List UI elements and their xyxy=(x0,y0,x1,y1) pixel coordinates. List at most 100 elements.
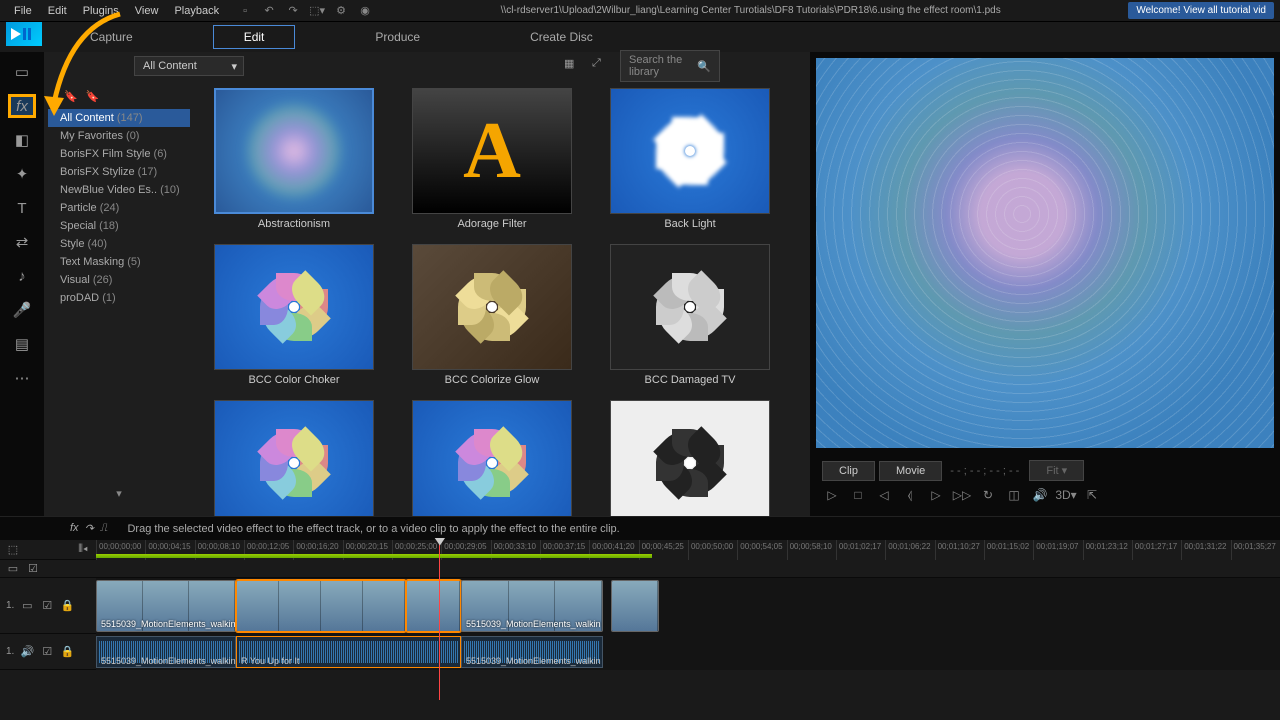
audio-clip[interactable]: 5515039_MotionElements_walkin xyxy=(461,636,603,668)
cat-all-content[interactable]: All Content (147) xyxy=(48,109,190,127)
grid-view-icon[interactable]: ▦ xyxy=(564,57,582,75)
cat-visual[interactable]: Visual (26) xyxy=(48,271,190,289)
audio-track-label: 1. xyxy=(6,646,14,657)
voice-room-icon[interactable]: 🎤 xyxy=(8,298,36,322)
fast-forward-icon[interactable]: ▷▷ xyxy=(952,487,972,503)
transition-room-icon[interactable]: ⇄ xyxy=(8,230,36,254)
menu-playback[interactable]: Playback xyxy=(166,2,227,20)
media-room-icon[interactable]: ▭ xyxy=(8,60,36,84)
timeline-marker-icon[interactable]: ⦀◂ xyxy=(76,543,90,557)
step-back-icon[interactable]: ⦉ xyxy=(900,487,920,503)
search-placeholder: Search the library xyxy=(629,54,693,78)
video-track-lock-icon[interactable]: 🔒 xyxy=(60,599,74,613)
cat-borisfx-stylize[interactable]: BorisFX Stylize (17) xyxy=(48,163,190,181)
effect-row3-3[interactable] xyxy=(606,400,774,516)
effect-grid: ▴ ◂ Abstractionism A Adorage Filter Back… xyxy=(194,80,810,516)
effect-bcc-damaged-tv[interactable]: BCC Damaged TV xyxy=(606,244,774,386)
ruler-tick: 00;01;02;17 xyxy=(836,540,885,560)
track-select-all-icon[interactable]: ☑ xyxy=(26,562,40,576)
cat-newblue[interactable]: NewBlue Video Es.. (10) xyxy=(48,181,190,199)
tab-create-disc[interactable]: Create Disc xyxy=(500,26,623,48)
welcome-button[interactable]: Welcome! View all tutorial vid xyxy=(1128,2,1274,19)
undo-icon[interactable]: ↶ xyxy=(261,3,277,19)
playhead[interactable] xyxy=(439,540,440,700)
loop-icon[interactable]: ↻ xyxy=(978,487,998,503)
save-icon[interactable]: ▫ xyxy=(237,3,253,19)
cat-borisfx-film[interactable]: BorisFX Film Style (6) xyxy=(48,145,190,163)
search-input[interactable]: Search the library 🔍 xyxy=(620,50,720,82)
effect-row3-2[interactable] xyxy=(408,400,576,516)
audio-room-icon[interactable]: ♪ xyxy=(8,264,36,288)
prev-frame-icon[interactable]: ◁ xyxy=(874,487,894,503)
video-clip[interactable]: 5515039_MotionElements_walkin xyxy=(96,580,236,632)
video-track-label: 1. xyxy=(6,600,14,611)
info-text: Drag the selected video effect to the ef… xyxy=(127,523,619,535)
effect-abstractionism[interactable]: Abstractionism xyxy=(210,88,378,230)
pip-room-icon[interactable]: ◧ xyxy=(8,128,36,152)
movie-mode-button[interactable]: Movie xyxy=(879,461,942,481)
aspect-icon[interactable]: ⬚▾ xyxy=(309,3,325,19)
sort-icon[interactable]: ⤢ xyxy=(592,57,610,75)
tag-add-icon[interactable]: 🔖 xyxy=(64,90,78,103)
effect-bcc-colorize-glow[interactable]: BCC Colorize Glow xyxy=(408,244,576,386)
menu-edit[interactable]: Edit xyxy=(40,2,75,20)
ruler-tick: 00;01;10;27 xyxy=(935,540,984,560)
audio-track-lock-icon[interactable]: 🔒 xyxy=(60,645,74,659)
3d-button[interactable]: 3D▾ xyxy=(1056,487,1076,503)
snapshot-icon[interactable]: ◫ xyxy=(1004,487,1024,503)
fx-icon: fx xyxy=(70,522,79,535)
tab-capture[interactable]: Capture xyxy=(60,26,163,48)
effect-room-icon[interactable]: fx xyxy=(8,94,36,118)
undock-icon[interactable]: ⇱ xyxy=(1082,487,1102,503)
video-track-visible-icon[interactable]: ☑ xyxy=(40,599,54,613)
redo-icon[interactable]: ↷ xyxy=(285,3,301,19)
timeline-ruler[interactable]: 00;00;00;0000;00;04;1500;00;08;1000;00;1… xyxy=(96,540,1280,560)
subtitle-room-icon[interactable]: ⋯ xyxy=(8,366,36,390)
video-clip[interactable] xyxy=(406,580,461,632)
cat-my-favorites[interactable]: My Favorites (0) xyxy=(48,127,190,145)
clip-mode-button[interactable]: Clip xyxy=(822,461,875,481)
ruler-tick: 00;00;58;10 xyxy=(787,540,836,560)
video-track[interactable]: 5515039_MotionElements_walkin 5515039_Mot… xyxy=(96,578,1280,634)
fit-dropdown[interactable]: Fit ▾ xyxy=(1029,460,1084,481)
cat-special[interactable]: Special (18) xyxy=(48,217,190,235)
video-clip[interactable] xyxy=(236,580,406,632)
audio-clip[interactable]: R You Up for It xyxy=(236,636,461,668)
tag-remove-icon[interactable]: 🔖 xyxy=(86,90,100,103)
cat-particle[interactable]: Particle (24) xyxy=(48,199,190,217)
cat-style[interactable]: Style (40) xyxy=(48,235,190,253)
title-room-icon[interactable]: T xyxy=(8,196,36,220)
effect-bcc-color-choker[interactable]: BCC Color Choker xyxy=(210,244,378,386)
ruler-tick: 00;01;19;07 xyxy=(1033,540,1082,560)
cat-prodad[interactable]: proDAD (1) xyxy=(48,289,190,307)
video-clip[interactable] xyxy=(611,580,659,632)
ruler-tick: 00;01;15;02 xyxy=(984,540,1033,560)
effect-adorage[interactable]: A Adorage Filter xyxy=(408,88,576,230)
play-icon[interactable]: ▷ xyxy=(822,487,842,503)
tab-produce[interactable]: Produce xyxy=(345,26,450,48)
chapter-room-icon[interactable]: ▤ xyxy=(8,332,36,356)
track-collapse-icon[interactable]: ▭ xyxy=(6,562,20,576)
gear-icon[interactable]: ⚙ xyxy=(333,3,349,19)
audio-clip[interactable]: 5515039_MotionElements_walkin xyxy=(96,636,236,668)
menu-file[interactable]: File xyxy=(6,2,40,20)
menu-plugins[interactable]: Plugins xyxy=(75,2,127,20)
next-frame-icon[interactable]: ▷ xyxy=(926,487,946,503)
search-icon: 🔍 xyxy=(697,60,711,73)
audio-track-visible-icon[interactable]: ☑ xyxy=(40,645,54,659)
effect-row3-1[interactable] xyxy=(210,400,378,516)
cat-text-masking[interactable]: Text Masking (5) xyxy=(48,253,190,271)
notification-icon[interactable]: ◉ xyxy=(357,3,373,19)
work-area-bar[interactable] xyxy=(96,554,652,558)
volume-icon[interactable]: 🔊 xyxy=(1030,487,1050,503)
video-clip[interactable]: 5515039_MotionElements_walkin xyxy=(461,580,603,632)
stop-icon[interactable]: □ xyxy=(848,487,868,503)
particle-room-icon[interactable]: ✦ xyxy=(8,162,36,186)
audio-track[interactable]: 5515039_MotionElements_walkinR You Up fo… xyxy=(96,634,1280,670)
content-filter-dropdown[interactable]: All Content xyxy=(134,56,244,76)
category-scroll-down-icon[interactable]: ▾ xyxy=(48,487,190,500)
menu-view[interactable]: View xyxy=(127,2,167,20)
effect-back-light[interactable]: Back Light xyxy=(606,88,774,230)
timeline-mode-icon[interactable]: ⬚ xyxy=(6,543,20,557)
tab-edit[interactable]: Edit xyxy=(213,25,296,49)
